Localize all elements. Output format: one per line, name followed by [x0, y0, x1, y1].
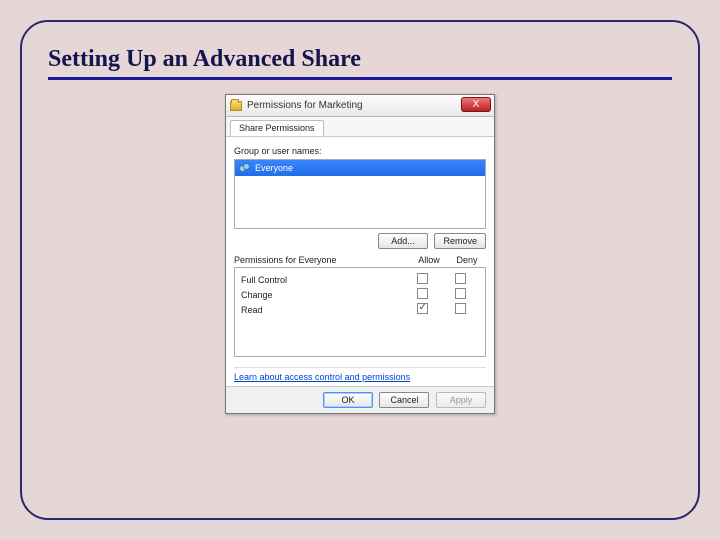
perm-header-label: Permissions for Everyone: [234, 255, 410, 265]
deny-checkbox-full-control[interactable]: [455, 273, 466, 284]
perm-row-change: Change: [241, 287, 479, 302]
deny-header: Deny: [448, 255, 486, 265]
allow-checkbox-read[interactable]: [417, 303, 428, 314]
help-link-row: Learn about access control and permissio…: [234, 367, 486, 382]
dialog-area: Permissions for Marketing X Share Permis…: [48, 94, 672, 414]
user-item-everyone[interactable]: Everyone: [235, 160, 485, 176]
permissions-dialog: Permissions for Marketing X Share Permis…: [225, 94, 495, 414]
user-list[interactable]: Everyone: [234, 159, 486, 229]
ok-button[interactable]: OK: [323, 392, 373, 408]
perm-row-read: Read: [241, 302, 479, 317]
perm-name: Read: [241, 305, 403, 315]
deny-checkbox-read[interactable]: [455, 303, 466, 314]
dialog-title: Permissions for Marketing: [247, 100, 363, 111]
perm-name: Change: [241, 290, 403, 300]
slide-title: Setting Up an Advanced Share: [48, 46, 672, 73]
allow-checkbox-change[interactable]: [417, 288, 428, 299]
remove-button[interactable]: Remove: [434, 233, 486, 249]
perm-row-full-control: Full Control: [241, 272, 479, 287]
help-link[interactable]: Learn about access control and permissio…: [234, 372, 410, 382]
dialog-titlebar[interactable]: Permissions for Marketing X: [226, 95, 494, 117]
perm-name: Full Control: [241, 275, 403, 285]
add-button[interactable]: Add...: [378, 233, 428, 249]
tab-share-permissions[interactable]: Share Permissions: [230, 120, 324, 136]
close-button[interactable]: X: [461, 97, 491, 112]
allow-checkbox-full-control[interactable]: [417, 273, 428, 284]
people-icon: [239, 163, 251, 173]
folder-icon: [230, 101, 242, 111]
title-underline: [48, 77, 672, 80]
cancel-button[interactable]: Cancel: [379, 392, 429, 408]
allow-header: Allow: [410, 255, 448, 265]
user-name: Everyone: [255, 163, 293, 173]
group-label: Group or user names:: [234, 146, 486, 156]
slide-frame: Setting Up an Advanced Share Permissions…: [20, 20, 700, 520]
tab-strip: Share Permissions: [226, 117, 494, 137]
dialog-body: Group or user names: Everyone Add... Rem…: [226, 137, 494, 386]
deny-checkbox-change[interactable]: [455, 288, 466, 299]
user-buttons: Add... Remove: [234, 233, 486, 249]
dialog-footer: OK Cancel Apply: [226, 386, 494, 413]
permissions-table: Full Control Change Read: [234, 267, 486, 357]
apply-button[interactable]: Apply: [436, 392, 486, 408]
permissions-header: Permissions for Everyone Allow Deny: [234, 255, 486, 265]
